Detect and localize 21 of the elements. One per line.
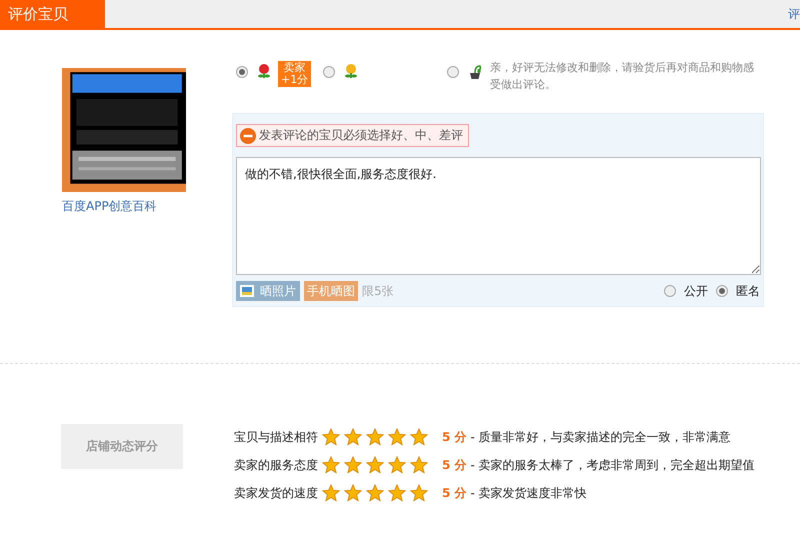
page-title: 评价宝贝 (0, 0, 105, 28)
header-link[interactable]: 评 (788, 6, 800, 22)
comment-field[interactable]: 做的不错,很快很全面,服务态度很好. (236, 157, 761, 275)
notice-text: 亲，好评无法修改和删除，请验货后再对商品和购物感受做出评论。 (490, 60, 755, 93)
rating-description: - 卖家发货速度非常快 (470, 484, 587, 502)
rating-label: 宝贝与描述相符 (234, 428, 318, 446)
bonus-badge: 卖家 +1分 (278, 61, 312, 87)
score-text: 5 分 (442, 428, 467, 446)
limit-text: 限5张 (362, 282, 394, 300)
score-text: 5 分 (442, 456, 467, 474)
rating-description: - 卖家的服务太棒了，考虑非常周到，完全超出期望值 (470, 456, 755, 474)
photo-button[interactable]: 晒照片 (236, 281, 300, 301)
error-text: 发表评论的宝贝必须选择好、中、差评 (259, 127, 463, 144)
rating-label: 卖家的服务态度 (234, 456, 318, 474)
rating-description: - 质量非常好，与卖家描述的完全一致，非常满意 (470, 428, 731, 446)
rating-label: 卖家发货的速度 (234, 484, 318, 502)
section-title: 店铺动态评分 (61, 424, 183, 469)
radio-label: 匿名 (736, 282, 760, 300)
radio-label: 公开 (684, 282, 708, 300)
product-link[interactable]: 百度APP创意百科 (62, 198, 157, 215)
score-text: 5 分 (442, 484, 467, 502)
